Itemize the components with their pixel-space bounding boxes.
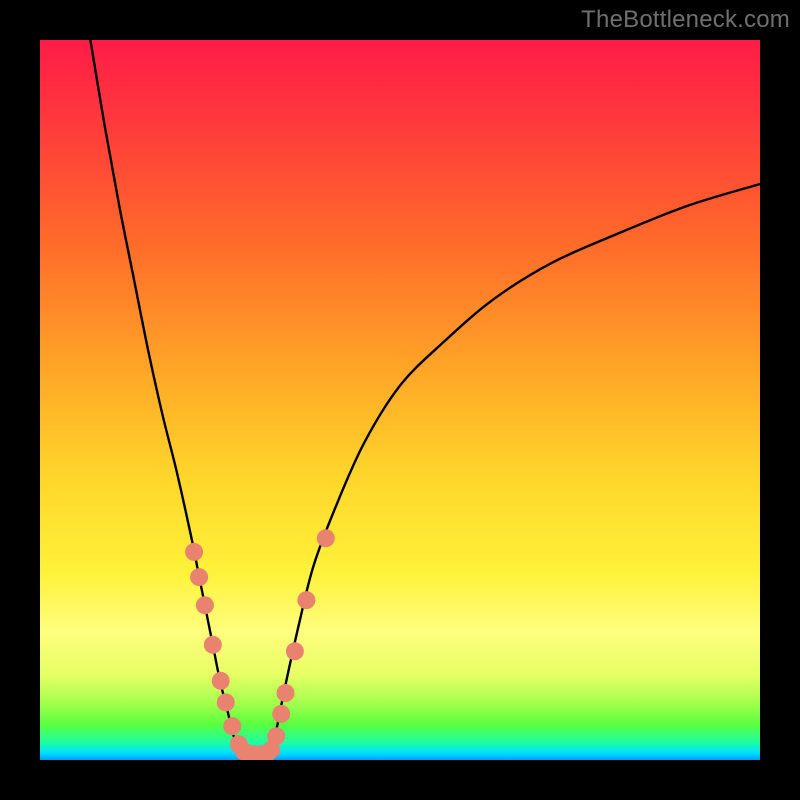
marker-dot bbox=[190, 568, 208, 586]
watermark-text: TheBottleneck.com bbox=[581, 6, 790, 34]
marker-dots bbox=[185, 529, 335, 760]
marker-dot bbox=[223, 717, 241, 735]
curve-layer bbox=[40, 40, 760, 760]
marker-dot bbox=[204, 636, 222, 654]
marker-dot bbox=[185, 543, 203, 561]
marker-dot bbox=[267, 727, 285, 745]
marker-dot bbox=[277, 684, 295, 702]
bottleneck-curve bbox=[90, 40, 760, 757]
marker-dot bbox=[286, 642, 304, 660]
marker-dot bbox=[196, 596, 214, 614]
marker-dot bbox=[212, 672, 230, 690]
marker-dot bbox=[272, 705, 290, 723]
marker-dot bbox=[217, 693, 235, 711]
plot-area bbox=[40, 40, 760, 760]
marker-dot bbox=[297, 591, 315, 609]
curve-right-branch bbox=[270, 184, 760, 753]
marker-dot bbox=[317, 529, 335, 547]
chart-frame: TheBottleneck.com bbox=[0, 0, 800, 800]
